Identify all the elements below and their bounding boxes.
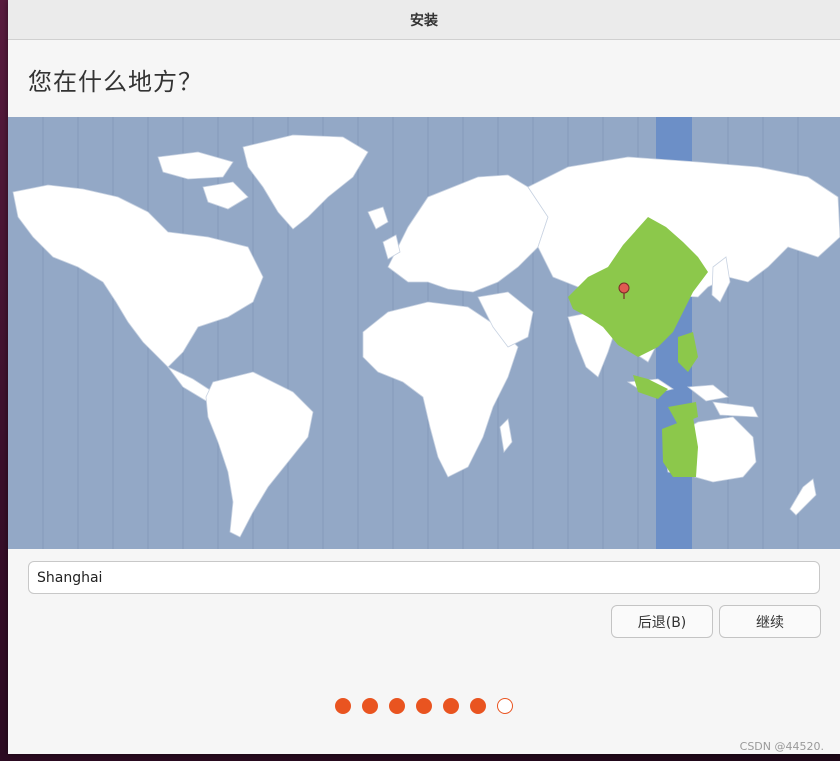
continue-button[interactable]: 继续 xyxy=(719,605,821,638)
window-title: 安装 xyxy=(410,12,438,29)
back-button[interactable]: 后退(B) xyxy=(611,605,713,638)
progress-dots xyxy=(335,698,513,714)
installer-window: 安装 您在什么地方？ Shanghai 后退(B) 继续 xyxy=(8,0,840,754)
progress-dot xyxy=(443,698,459,714)
location-input[interactable] xyxy=(28,561,820,594)
progress-dot xyxy=(335,698,351,714)
progress-dot xyxy=(389,698,405,714)
title-bar[interactable]: 安装 xyxy=(8,0,840,40)
page-title: 您在什么地方？ xyxy=(28,68,203,96)
world-map-graphic xyxy=(12,117,840,549)
timezone-map[interactable] xyxy=(8,117,840,549)
continents xyxy=(12,134,840,538)
progress-dot xyxy=(416,698,432,714)
watermark: CSDN @44520. xyxy=(739,740,824,753)
progress-dot xyxy=(497,698,513,714)
progress-dot xyxy=(362,698,378,714)
progress-dot xyxy=(470,698,486,714)
